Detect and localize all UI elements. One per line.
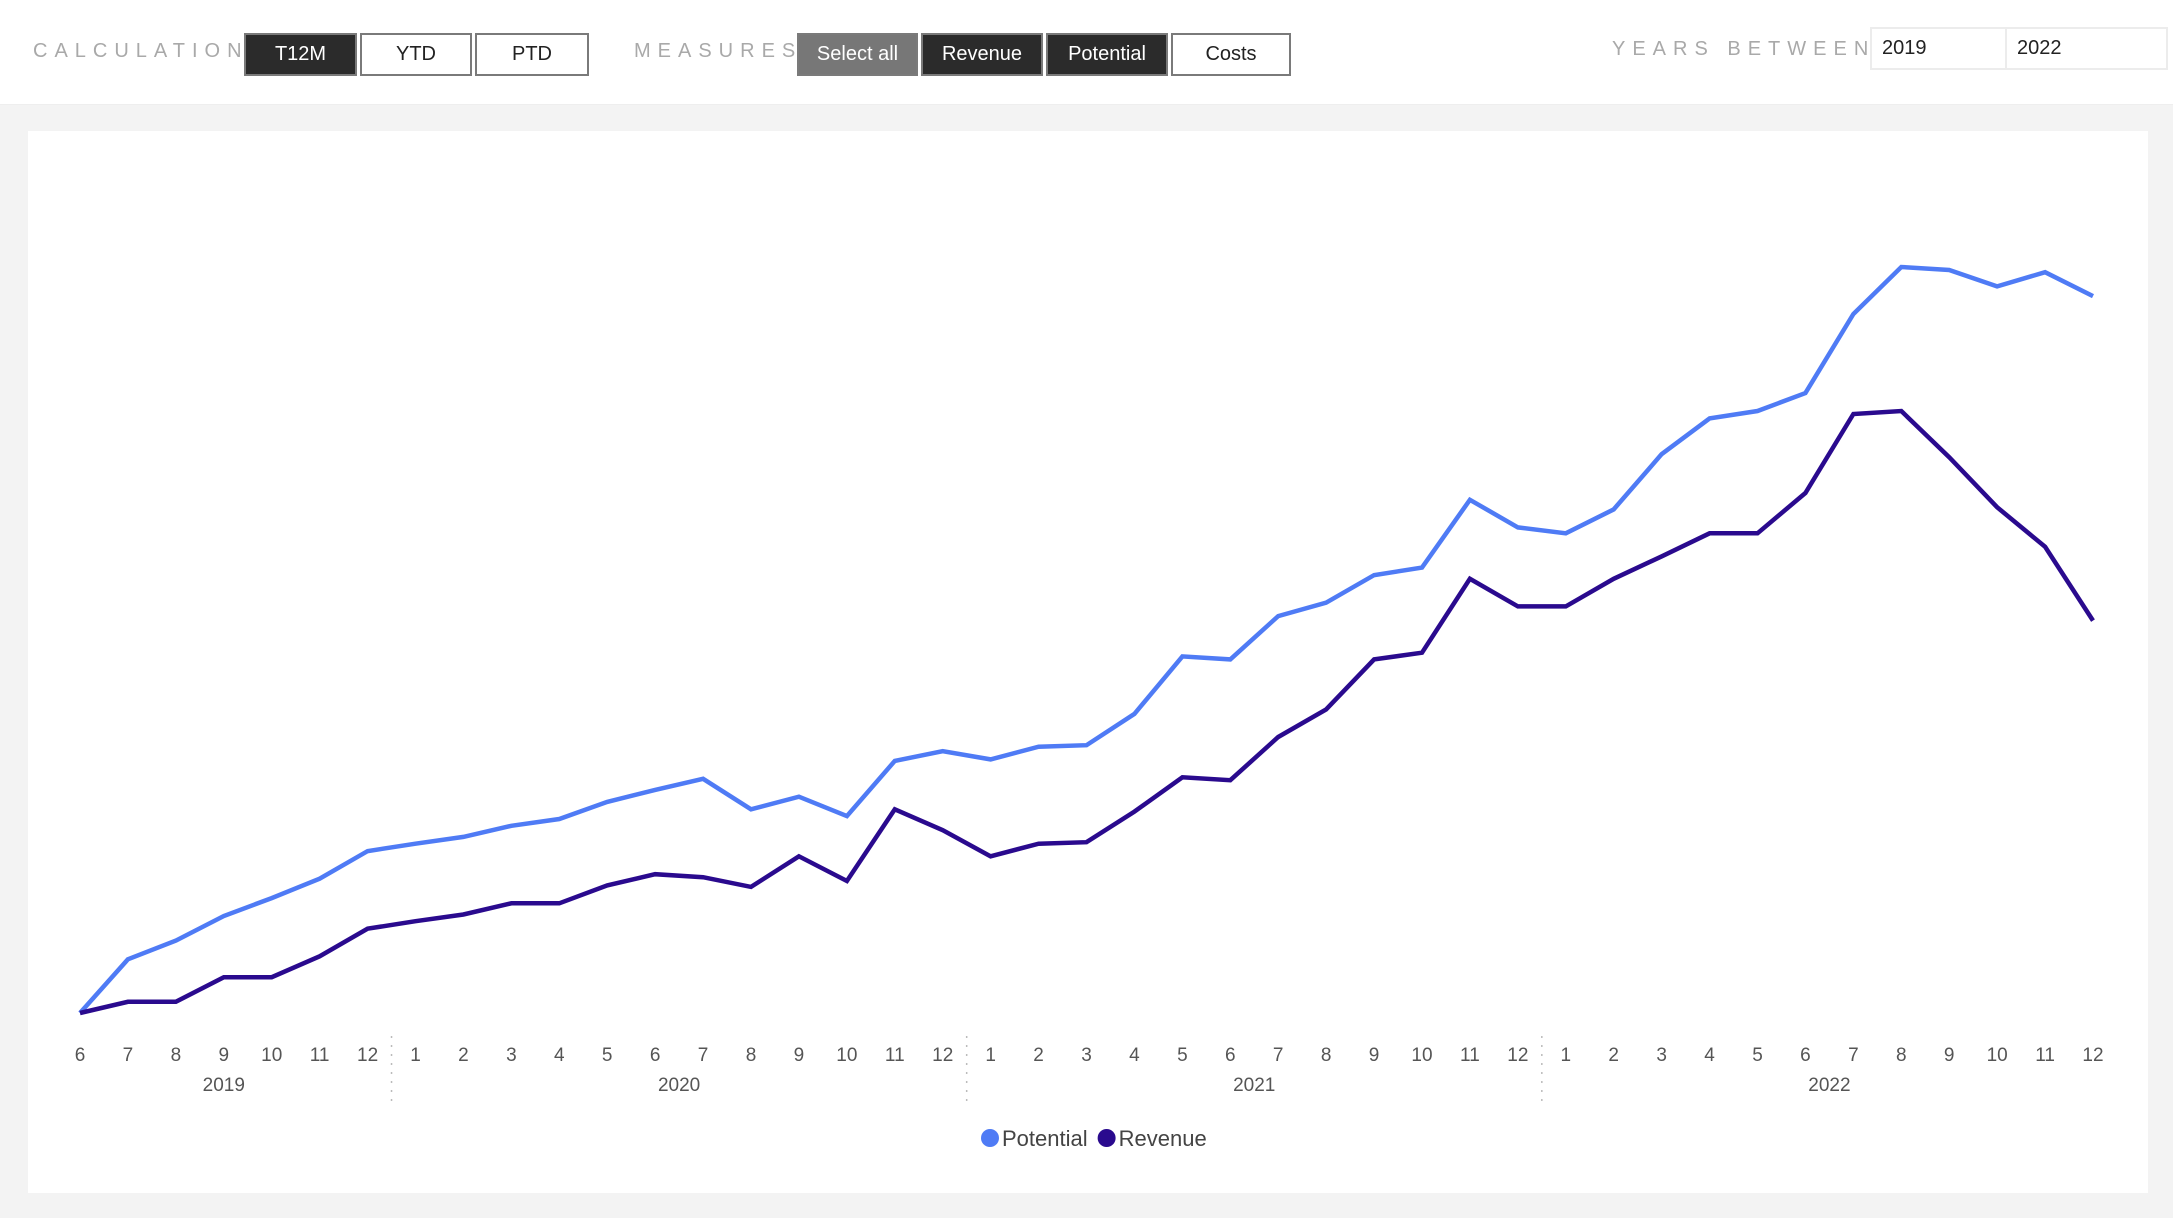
- years-between-label: YEARS BETWEEN:: [1612, 38, 1888, 60]
- filter-bar: CALCULATION: T12M YTD PTD MEASURES: Sele…: [0, 0, 2173, 105]
- year-label: 2020: [658, 1075, 700, 1096]
- x-tick-label: 1: [410, 1045, 421, 1066]
- series-line-potential: [78, 264, 2095, 1015]
- x-tick-label: 7: [1273, 1045, 1284, 1066]
- x-tick-label: 10: [1411, 1045, 1432, 1066]
- year-label: 2021: [1233, 1075, 1275, 1096]
- measure-potential-button[interactable]: Potential: [1046, 33, 1168, 76]
- x-tick-label: 10: [836, 1045, 857, 1066]
- x-tick-label: 8: [1896, 1045, 1907, 1066]
- x-tick-label: 2: [1608, 1045, 1619, 1066]
- x-tick-label: 11: [2035, 1045, 2055, 1066]
- x-tick-label: 2: [458, 1045, 469, 1066]
- calc-ytd-button[interactable]: YTD: [360, 33, 472, 76]
- x-tick-label: 3: [1656, 1045, 1667, 1066]
- x-tick-label: 12: [1507, 1045, 1528, 1066]
- x-tick-label: 8: [1321, 1045, 1332, 1066]
- x-tick-label: 8: [171, 1045, 182, 1066]
- x-tick-label: 7: [1848, 1045, 1859, 1066]
- x-tick-label: 4: [1129, 1045, 1140, 1066]
- year-label: 2019: [203, 1075, 245, 1096]
- x-tick-label: 5: [1752, 1045, 1763, 1066]
- x-tick-label: 6: [650, 1045, 661, 1066]
- x-tick-label: 7: [698, 1045, 709, 1066]
- calculation-label: CALCULATION:: [33, 40, 262, 62]
- line-chart: 6 7 8 9 10 11 12 1 2 3 4 5 6 7 8 9 10 11 12 1 2 3 4 5 6 7 8 9 10 11 12…: [75, 264, 2104, 1151]
- x-tick-label: 10: [261, 1045, 282, 1066]
- x-tick-label: 7: [123, 1045, 134, 1066]
- x-tick-label: 12: [357, 1045, 378, 1066]
- x-tick-label: 9: [218, 1045, 229, 1066]
- x-tick-label: 9: [1944, 1045, 1955, 1066]
- x-tick-label: 4: [1704, 1045, 1715, 1066]
- measures-label: MEASURES:: [634, 40, 815, 62]
- x-tick-label: 6: [1800, 1045, 1811, 1066]
- measure-revenue-button[interactable]: Revenue: [921, 33, 1043, 76]
- x-tick-label: 3: [1081, 1045, 1092, 1066]
- x-tick-label: 9: [1369, 1045, 1380, 1066]
- x-tick-label: 10: [1987, 1045, 2008, 1066]
- x-tick-label: 11: [885, 1045, 905, 1066]
- legend-label-revenue: Revenue: [1119, 1126, 1207, 1151]
- x-tick-label: 9: [794, 1045, 805, 1066]
- x-tick-label: 6: [75, 1045, 86, 1066]
- x-tick-label: 6: [1225, 1045, 1236, 1066]
- x-tick-label: 11: [310, 1045, 330, 1066]
- chart-panel: 6 7 8 9 10 11 12 1 2 3 4 5 6 7 8 9 10 11 12 1 2 3 4 5 6 7 8 9 10 11 12…: [28, 131, 2148, 1193]
- legend-marker-potential: [981, 1129, 999, 1147]
- legend-label-potential: Potential: [1002, 1126, 1088, 1151]
- series-line-revenue: [79, 408, 2095, 1016]
- x-tick-label: 8: [746, 1045, 757, 1066]
- x-tick-label: 11: [1460, 1045, 1480, 1066]
- x-tick-label: 12: [2082, 1045, 2103, 1066]
- x-tick-label: 5: [602, 1045, 613, 1066]
- x-tick-label: 2: [1033, 1045, 1044, 1066]
- year-label: 2022: [1808, 1075, 1850, 1096]
- measure-costs-button[interactable]: Costs: [1171, 33, 1291, 76]
- x-tick-label: 3: [506, 1045, 517, 1066]
- x-tick-label: 4: [554, 1045, 565, 1066]
- x-tick-label: 1: [1560, 1045, 1571, 1066]
- x-tick-label: 1: [985, 1045, 996, 1066]
- calc-t12m-button[interactable]: T12M: [244, 33, 357, 76]
- measure-select-all-button[interactable]: Select all: [797, 33, 918, 76]
- x-tick-label: 5: [1177, 1045, 1188, 1066]
- x-tick-label: 12: [932, 1045, 953, 1066]
- calc-ptd-button[interactable]: PTD: [475, 33, 589, 76]
- legend-marker-revenue: [1097, 1129, 1116, 1147]
- year-to-input[interactable]: 2022: [2005, 27, 2168, 70]
